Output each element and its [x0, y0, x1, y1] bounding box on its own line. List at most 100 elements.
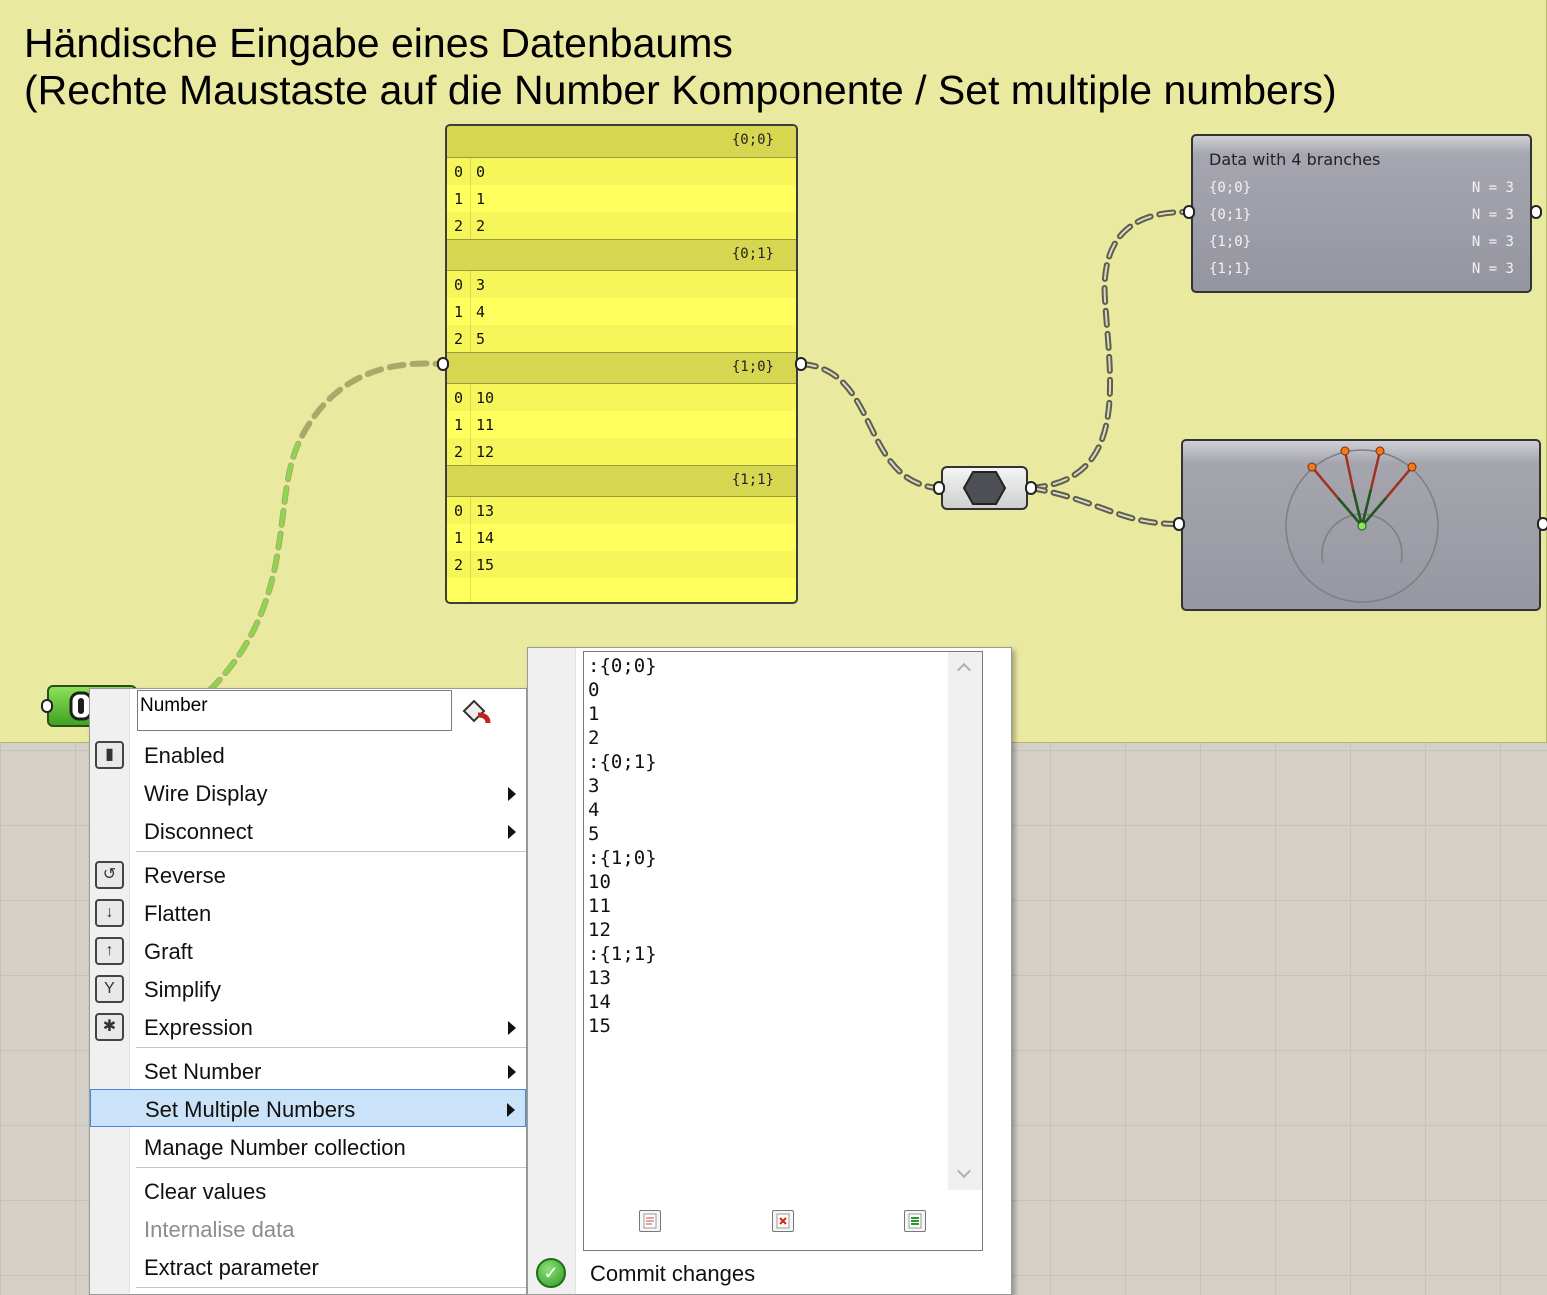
- editor-line: :{0;1}: [588, 751, 657, 773]
- menu-item-set-multiple-numbers[interactable]: Set Multiple Numbers: [90, 1089, 526, 1127]
- scroll-up-icon[interactable]: [956, 662, 972, 678]
- row-value: 12: [476, 442, 495, 461]
- editor-text[interactable]: :{0;0} 0 1 2 :{0;1} 3 4 5 :{1;0} 10 11 1…: [588, 654, 657, 1038]
- viewer-row: {0;1} N = 3: [1209, 207, 1514, 223]
- panel-row: 14: [447, 298, 796, 325]
- panel-branch: {0;0} 00 11 22: [447, 126, 796, 239]
- graft-icon: ↑: [95, 937, 124, 965]
- set-multiple-numbers-submenu: :{0;0} 0 1 2 :{0;1} 3 4 5 :{1;0} 10 11 1…: [527, 647, 1012, 1295]
- row-value: 0: [476, 162, 486, 181]
- panel-branch: {1;1} 0 13 1 14 2 15: [447, 465, 796, 578]
- panel-row: 00: [447, 158, 796, 185]
- panel-output-grip[interactable]: [795, 357, 807, 371]
- editor-line: 12: [588, 919, 611, 941]
- tree-input-grip[interactable]: [1173, 517, 1185, 531]
- editor-line: 14: [588, 991, 611, 1013]
- editor-line: 2: [588, 727, 600, 749]
- viewer-path: {0;0}: [1209, 180, 1252, 196]
- component-name-input[interactable]: Number: [137, 690, 452, 731]
- menu-item-manage-collection[interactable]: Manage Number collection: [90, 1128, 526, 1166]
- editor-line: 10: [588, 871, 611, 893]
- menu-item-wire-display[interactable]: Wire Display: [90, 774, 526, 812]
- clear-icon[interactable]: [772, 1210, 794, 1232]
- number-input-grip[interactable]: [41, 699, 53, 713]
- panel-branch: {1;0} 0 10 1 11 2 12: [447, 352, 796, 465]
- commit-changes-item[interactable]: ✓ Commit changes: [528, 1251, 1011, 1295]
- relay-output-grip[interactable]: [1025, 481, 1037, 495]
- branch-path: {1;1}: [731, 472, 774, 488]
- menu-label: Expression: [144, 1015, 253, 1040]
- hexagon-icon: [962, 471, 1007, 505]
- menu-item-set-number[interactable]: Set Number: [90, 1052, 526, 1090]
- viewer-path: {1;1}: [1209, 261, 1252, 277]
- panel-row: 25: [447, 325, 796, 352]
- editor-line: :{1;1}: [588, 943, 657, 965]
- reverse-icon: ↺: [95, 861, 124, 889]
- editor-scrollbar[interactable]: [948, 652, 982, 1190]
- tree-root: [1357, 521, 1367, 531]
- data-panel[interactable]: {0;0} 00 11 22 {0;1} 03 14 25 {1;0} 0 10 …: [445, 124, 798, 604]
- menu-label: Enabled: [144, 743, 225, 768]
- editor-line: 11: [588, 895, 611, 917]
- menu-item-disconnect[interactable]: Disconnect: [90, 812, 526, 850]
- viewer-title: Data with 4 branches: [1209, 150, 1381, 169]
- values-text-editor[interactable]: :{0;0} 0 1 2 :{0;1} 3 4 5 :{1;0} 10 11 1…: [583, 651, 983, 1251]
- editor-line: 15: [588, 1015, 611, 1037]
- submenu-icon-column: [528, 648, 576, 1294]
- flatten-icon: ↓: [95, 899, 124, 927]
- tree-leaf: [1307, 462, 1317, 472]
- viewer-output-grip[interactable]: [1530, 205, 1542, 219]
- viewer-count: N = 3: [1471, 234, 1514, 250]
- menu-item-internalise-data: Internalise data: [90, 1210, 526, 1248]
- relay-input-grip[interactable]: [933, 481, 945, 495]
- viewer-row: {1;1} N = 3: [1209, 261, 1514, 277]
- menu-separator: [136, 1287, 526, 1288]
- row-value: 15: [476, 555, 495, 574]
- commit-label: Commit changes: [590, 1261, 756, 1286]
- param-viewer[interactable]: Data with 4 branches {0;0} N = 3 {0;1} N =…: [1191, 134, 1532, 293]
- submenu-arrow-icon: [508, 1021, 516, 1035]
- editor-line: :{0;0}: [588, 655, 657, 677]
- relay-component[interactable]: [941, 466, 1028, 510]
- panel-branch-header: {0;0}: [447, 126, 796, 158]
- menu-item-reverse[interactable]: ↺ Reverse: [90, 856, 526, 894]
- tree-trunk: [1337, 488, 1387, 527]
- editor-line: 4: [588, 799, 600, 821]
- menu-separator: [136, 851, 526, 852]
- viewer-row: {0;0} N = 3: [1209, 180, 1514, 196]
- menu-item-graft[interactable]: ↑ Graft: [90, 932, 526, 970]
- menu-item-extract-parameter[interactable]: Extract parameter: [90, 1248, 526, 1286]
- row-value: 4: [476, 302, 486, 321]
- tree-leaf: [1407, 462, 1417, 472]
- scroll-down-icon[interactable]: [956, 1163, 972, 1179]
- paint-bucket-icon[interactable]: [458, 697, 492, 727]
- menu-label: Extract parameter: [144, 1255, 319, 1280]
- document-icon[interactable]: [639, 1210, 661, 1232]
- row-value: 1: [476, 189, 486, 208]
- viewer-count: N = 3: [1471, 261, 1514, 277]
- menu-item-expression[interactable]: ✱ Expression: [90, 1008, 526, 1046]
- tree-output-grip[interactable]: [1537, 517, 1547, 531]
- tree-preview[interactable]: [1181, 439, 1541, 611]
- row-value: 2: [476, 216, 486, 235]
- menu-item-clear-values[interactable]: Clear values: [90, 1172, 526, 1210]
- group-title-line-1: Händische Eingabe eines Datenbaums: [24, 20, 733, 66]
- panel-row: 0 13: [447, 497, 796, 524]
- row-value: 10: [476, 388, 495, 407]
- checkmark-icon: ✓: [536, 1258, 566, 1288]
- simplify-icon: Y: [95, 975, 124, 1003]
- editor-line: 0: [588, 679, 600, 701]
- editor-line: :{1;0}: [588, 847, 657, 869]
- menu-label: Simplify: [144, 977, 222, 1002]
- editor-line: 5: [588, 823, 600, 845]
- list-icon[interactable]: [904, 1210, 926, 1232]
- menu-item-enabled[interactable]: ▮ Enabled: [90, 736, 526, 774]
- menu-item-simplify[interactable]: Y Simplify: [90, 970, 526, 1008]
- menu-label: Set Multiple Numbers: [145, 1097, 356, 1122]
- panel-input-grip[interactable]: [437, 357, 449, 371]
- viewer-input-grip[interactable]: [1183, 205, 1195, 219]
- submenu-arrow-icon: [507, 1103, 515, 1117]
- group-title: Händische Eingabe eines Datenbaums (Rech…: [24, 20, 1524, 114]
- branch-path: {0;1}: [731, 246, 774, 262]
- menu-item-flatten[interactable]: ↓ Flatten: [90, 894, 526, 932]
